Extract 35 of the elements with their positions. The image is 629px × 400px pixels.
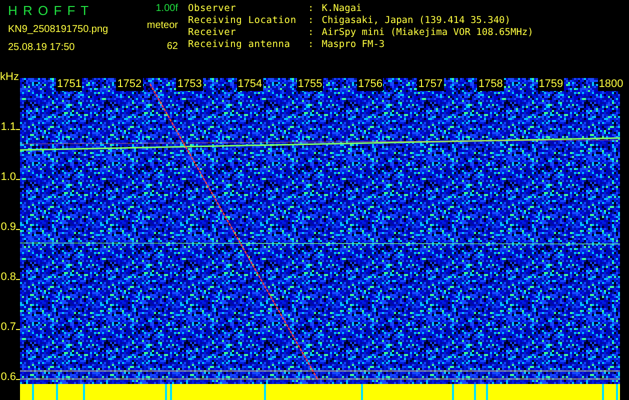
y-axis-label: 0.6: [0, 371, 16, 383]
file-name: KN9_2508191750.png: [8, 23, 110, 36]
x-axis-label: 1757: [417, 78, 444, 91]
y-axis-label: 1.1: [0, 121, 16, 133]
info-value: AirSpy mini (Miakejima VOR 108.65MHz): [322, 27, 534, 39]
meteor-count: 62: [166, 40, 178, 53]
version-label: 1.00f: [156, 3, 178, 14]
info-label: Receiving Location: [188, 15, 298, 27]
info-value: K.Nagai: [322, 3, 362, 15]
unit-label: kHz: [0, 71, 19, 83]
count-label: meteor: [146, 19, 178, 32]
info-label: Receiving antenna: [188, 39, 292, 51]
x-axis-label: 1751: [56, 78, 82, 91]
y-axis-label: 0.7: [0, 321, 16, 333]
x-axis-label: 1758: [477, 78, 504, 91]
x-axis-label: 1756: [357, 78, 384, 91]
y-axis-label: 0.9: [0, 221, 16, 233]
info-separator: :: [308, 27, 314, 39]
y-axis-label: 1.0: [0, 171, 16, 183]
info-value: Maspro FM-3: [322, 39, 385, 51]
x-axis-label: 1753: [176, 78, 203, 91]
info-separator: :: [308, 3, 314, 15]
info-value: Chigasaki, Japan (139.414 35.340): [322, 15, 510, 27]
x-axis-label: 1754: [236, 78, 264, 91]
info-separator: :: [308, 15, 314, 27]
x-axis-label: 1755: [296, 78, 324, 91]
app-title: H R O F F T: [8, 3, 91, 18]
info-label: Receiver: [188, 27, 238, 39]
x-axis-label: 1800: [598, 78, 624, 91]
x-axis-label: 1759: [538, 78, 564, 91]
info-separator: :: [308, 39, 314, 51]
info-label: Observer: [188, 3, 238, 15]
y-axis-label: 0.8: [0, 271, 16, 283]
x-axis-label: 1752: [116, 78, 143, 91]
timestamp: 25.08.19 17:50: [8, 41, 76, 54]
